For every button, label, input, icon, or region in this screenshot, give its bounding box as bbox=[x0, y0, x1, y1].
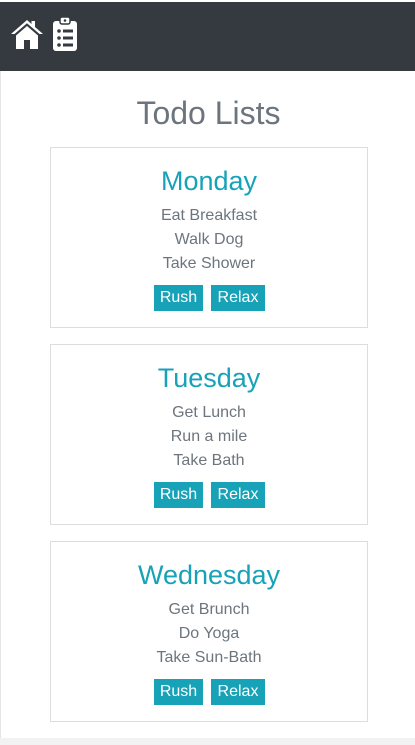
task-item: Do Yoga bbox=[178, 625, 240, 642]
main-content: Todo Lists Monday Eat Breakfast Walk Dog… bbox=[0, 71, 415, 738]
relax-button[interactable]: Relax bbox=[211, 679, 265, 705]
task-item: Walk Dog bbox=[174, 231, 244, 248]
rush-button[interactable]: Rush bbox=[154, 285, 203, 311]
card-title: Monday bbox=[160, 166, 258, 196]
top-navbar bbox=[0, 0, 415, 71]
card-title: Wednesday bbox=[137, 560, 281, 590]
relax-button[interactable]: Relax bbox=[211, 482, 265, 508]
rush-button[interactable]: Rush bbox=[154, 482, 203, 508]
home-icon[interactable] bbox=[10, 18, 44, 50]
task-item: Eat Breakfast bbox=[160, 207, 258, 224]
page-title: Todo Lists bbox=[136, 95, 281, 131]
task-item: Run a mile bbox=[170, 428, 248, 445]
todo-card-monday: Monday Eat Breakfast Walk Dog Take Showe… bbox=[50, 147, 368, 328]
task-item: Take Sun-Bath bbox=[156, 649, 262, 666]
relax-button[interactable]: Relax bbox=[211, 285, 265, 311]
task-item: Take Shower bbox=[162, 255, 256, 272]
todo-card-tuesday: Tuesday Get Lunch Run a mile Take Bath R… bbox=[50, 344, 368, 525]
clipboard-list-icon[interactable] bbox=[52, 16, 78, 52]
todo-card-wednesday: Wednesday Get Brunch Do Yoga Take Sun-Ba… bbox=[50, 541, 368, 722]
task-item: Get Lunch bbox=[172, 404, 246, 421]
rush-button[interactable]: Rush bbox=[154, 679, 203, 705]
app-page: Todo Lists Monday Eat Breakfast Walk Dog… bbox=[0, 0, 415, 745]
card-title: Tuesday bbox=[157, 363, 261, 393]
task-item: Take Bath bbox=[173, 452, 245, 469]
task-item: Get Brunch bbox=[168, 601, 250, 618]
